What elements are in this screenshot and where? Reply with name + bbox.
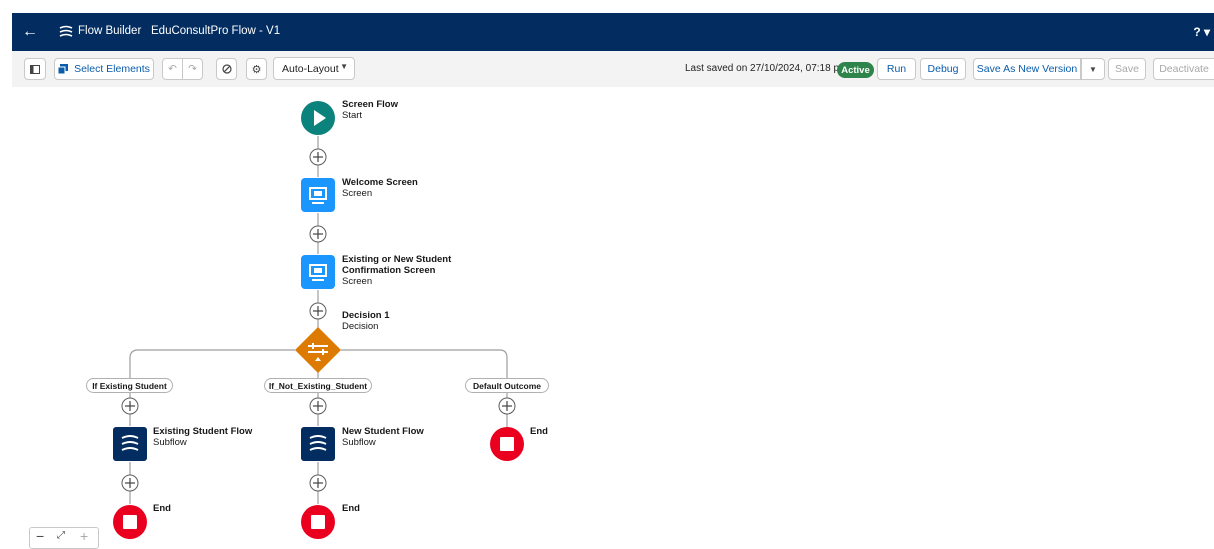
new-student-flow-subtitle: Subflow bbox=[342, 437, 376, 448]
zoom-controls: − ⤢ + bbox=[29, 527, 99, 549]
fit-view-icon[interactable]: ⤢ bbox=[57, 530, 65, 541]
end-icon[interactable] bbox=[113, 505, 147, 539]
start-subtitle: Start bbox=[342, 110, 363, 121]
screen-icon[interactable] bbox=[301, 178, 335, 212]
start-label: Screen Flow Start bbox=[342, 99, 398, 121]
screen-icon[interactable] bbox=[301, 255, 335, 289]
end-title: End bbox=[342, 503, 360, 514]
outcome-pill[interactable]: If_Not_Existing_Student bbox=[264, 378, 372, 393]
outcome-pill[interactable]: Default Outcome bbox=[465, 378, 549, 393]
start-title: Screen Flow bbox=[342, 99, 398, 110]
welcome-screen-subtitle: Screen bbox=[342, 188, 373, 199]
end-icon[interactable] bbox=[490, 427, 524, 461]
end-title: End bbox=[530, 426, 548, 437]
end-icon[interactable] bbox=[301, 505, 335, 539]
new-student-flow-label: New Student Flow Subflow bbox=[342, 426, 424, 448]
decision-icon[interactable] bbox=[294, 326, 342, 374]
decision-label: Decision 1 Decision bbox=[342, 310, 390, 332]
welcome-screen-label: Welcome Screen Screen bbox=[342, 177, 418, 199]
confirmation-screen-title-2: Confirmation Screen bbox=[342, 265, 436, 276]
subflow-icon[interactable] bbox=[113, 427, 147, 461]
decision-title: Decision 1 bbox=[342, 310, 390, 321]
new-student-flow-title: New Student Flow bbox=[342, 426, 424, 437]
subflow-icon[interactable] bbox=[301, 427, 335, 461]
welcome-screen-title: Welcome Screen bbox=[342, 177, 418, 188]
end-title: End bbox=[153, 503, 171, 514]
zoom-in-icon[interactable]: + bbox=[80, 528, 88, 544]
end-label: End bbox=[342, 503, 360, 514]
outcome-pill[interactable]: If Existing Student bbox=[86, 378, 173, 393]
end-label: End bbox=[530, 426, 548, 437]
existing-student-flow-label: Existing Student Flow Subflow bbox=[153, 426, 252, 448]
existing-student-flow-subtitle: Subflow bbox=[153, 437, 187, 448]
confirmation-screen-label: Existing or New Student Confirmation Scr… bbox=[342, 254, 451, 287]
connector-lines bbox=[121, 136, 516, 504]
confirmation-screen-title-1: Existing or New Student bbox=[342, 254, 452, 265]
confirmation-screen-subtitle: Screen bbox=[342, 276, 373, 287]
start-icon[interactable] bbox=[301, 101, 335, 135]
zoom-out-icon[interactable]: − bbox=[36, 528, 44, 544]
end-label: End bbox=[153, 503, 171, 514]
existing-student-flow-title: Existing Student Flow bbox=[153, 426, 253, 437]
decision-subtitle: Decision bbox=[342, 321, 379, 332]
